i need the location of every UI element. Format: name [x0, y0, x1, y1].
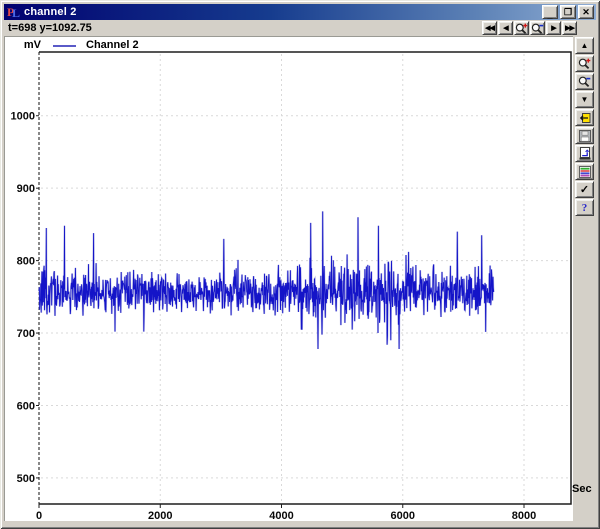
zoom-in-icon — [515, 22, 528, 35]
svg-text:800: 800 — [17, 256, 35, 268]
page-left-button[interactable]: ◀◀ — [482, 21, 497, 35]
double-left-arrow-icon: ◀◀ — [485, 24, 494, 32]
zoom-in-x-button[interactable] — [514, 21, 529, 35]
nav-button-group: ◀◀ ◀ ▶ ▶▶ — [482, 21, 577, 35]
zoom-out-y-button[interactable] — [575, 73, 594, 90]
svg-text:700: 700 — [17, 328, 35, 340]
zoom-in-y-button[interactable] — [575, 55, 594, 72]
svg-text:6000: 6000 — [391, 510, 415, 522]
zoom-out-icon — [578, 75, 591, 88]
colors-button[interactable] — [575, 163, 594, 180]
step-right-button[interactable]: ▶ — [546, 21, 561, 35]
step-left-button[interactable]: ◀ — [498, 21, 513, 35]
right-arrow-icon: ▶ — [551, 24, 555, 32]
app-window: P L channel 2 _ ❐ ✕ t=698 y=1092.75 ◀◀ ◀ — [0, 0, 600, 529]
help-button[interactable]: ? — [575, 199, 594, 216]
floppy-disk-icon — [579, 130, 591, 142]
page-right-button[interactable]: ▶▶ — [562, 21, 577, 35]
zoom-in-icon — [578, 57, 591, 70]
close-button[interactable]: ✕ — [578, 5, 594, 19]
color-stripes-icon — [579, 166, 591, 178]
close-icon: ✕ — [582, 8, 590, 16]
chart-area: mV Channel 2 500600700800900100002000400… — [4, 36, 573, 521]
up-arrow-icon: ▲ — [581, 42, 589, 50]
maximize-icon: ❐ — [564, 8, 572, 16]
left-arrow-icon: ◀ — [503, 24, 507, 32]
minimize-icon: _ — [547, 11, 552, 19]
save-button[interactable] — [575, 127, 594, 144]
zoom-out-x-button[interactable] — [530, 21, 545, 35]
page-arrow-icon — [579, 147, 591, 160]
export-arrow-icon — [578, 112, 591, 124]
export-button[interactable] — [575, 109, 594, 126]
x-axis-unit-label: Sec — [572, 483, 592, 495]
app-icon: P L — [6, 6, 20, 19]
maximize-button[interactable]: ❐ — [560, 5, 576, 19]
minimize-button[interactable]: _ — [542, 5, 558, 19]
report-button[interactable] — [575, 145, 594, 162]
window-title: channel 2 — [24, 6, 77, 18]
svg-text:1000: 1000 — [11, 111, 35, 123]
scroll-up-button[interactable]: ▲ — [575, 37, 594, 54]
cursor-readout: t=698 y=1092.75 — [4, 22, 92, 34]
status-bar: t=698 y=1092.75 ◀◀ ◀ ▶ ▶▶ — [4, 20, 596, 36]
double-right-arrow-icon: ▶▶ — [565, 24, 574, 32]
title-bar[interactable]: P L channel 2 _ ❐ ✕ — [4, 4, 596, 20]
question-mark-icon: ? — [582, 202, 588, 214]
svg-text:0: 0 — [36, 510, 42, 522]
checkmark-icon: ✓ — [580, 185, 589, 195]
chart-plot-area[interactable]: 500 600 700 800 900 1000 0 2000 4000 6000 8000 — [5, 37, 574, 522]
down-arrow-icon: ▼ — [581, 96, 589, 104]
apply-button[interactable]: ✓ — [575, 181, 594, 198]
svg-text:900: 900 — [17, 183, 35, 195]
zoom-out-icon — [531, 22, 544, 35]
side-toolbar: ▲ ▼ — [573, 36, 596, 521]
svg-text:500: 500 — [17, 473, 35, 485]
svg-text:2000: 2000 — [148, 510, 172, 522]
svg-text:8000: 8000 — [512, 510, 536, 522]
scroll-down-button[interactable]: ▼ — [575, 91, 594, 108]
svg-text:4000: 4000 — [269, 510, 293, 522]
svg-text:600: 600 — [17, 400, 35, 412]
